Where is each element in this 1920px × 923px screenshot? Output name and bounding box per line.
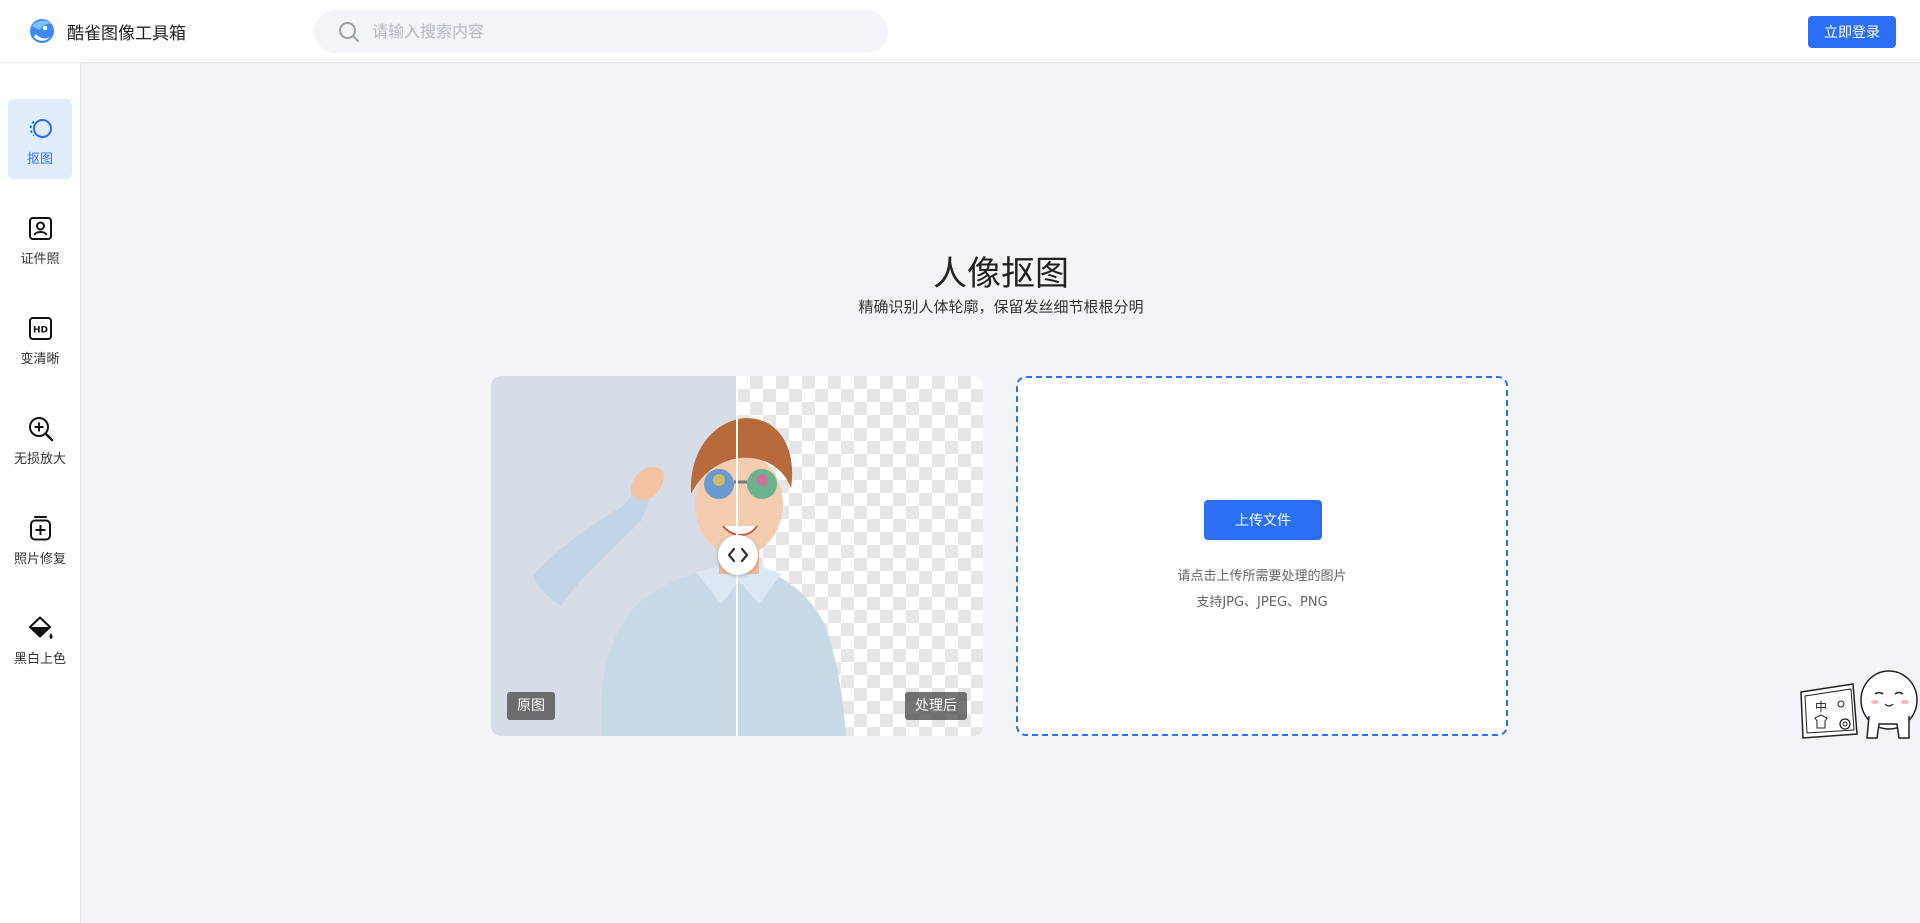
sidebar-item-label: 抠图 bbox=[26, 152, 53, 167]
mascot-helper-icon[interactable]: 中 bbox=[1797, 664, 1920, 742]
login-button[interactable]: 立即登录 bbox=[1808, 16, 1896, 48]
sidebar-item-upscale[interactable]: 无损放大 bbox=[8, 399, 72, 479]
hd-icon: HD bbox=[29, 317, 52, 340]
processed-label: 处理后 bbox=[905, 692, 967, 720]
page-subtitle: 精确识别人体轮廓，保留发丝细节根根分明 bbox=[858, 298, 1144, 316]
upload-dropzone[interactable]: 上传文件 请点击上传所需要处理的图片 支持JPG、JPEG、PNG bbox=[1016, 376, 1508, 736]
sidebar-item-label: 变清晰 bbox=[20, 352, 60, 367]
search-icon bbox=[339, 22, 359, 42]
sidebar-item-label: 无损放大 bbox=[13, 452, 66, 467]
svg-text:中: 中 bbox=[1815, 699, 1827, 714]
sidebar-item-colorize[interactable]: 黑白上色 bbox=[8, 599, 72, 679]
sidebar-item-label: 证件照 bbox=[20, 252, 60, 267]
compare-slider-handle[interactable] bbox=[718, 535, 758, 575]
sidebar-item-id-photo[interactable]: 证件照 bbox=[8, 199, 72, 279]
upload-formats: 支持JPG、JPEG、PNG bbox=[1196, 595, 1328, 610]
upload-button[interactable]: 上传文件 bbox=[1204, 500, 1322, 540]
sidebar-item-label: 黑白上色 bbox=[13, 652, 66, 667]
left-right-arrows-icon bbox=[727, 547, 749, 563]
app-title[interactable]: 酷雀图像工具箱 bbox=[67, 19, 186, 44]
cutout-icon bbox=[29, 119, 52, 138]
photo-repair-icon bbox=[30, 516, 51, 541]
id-photo-icon bbox=[29, 217, 52, 240]
before-after-demo: 原图 处理后 bbox=[491, 376, 983, 736]
colorize-icon bbox=[29, 616, 53, 639]
upload-hint: 请点击上传所需要处理的图片 bbox=[1177, 569, 1347, 584]
page-title: 人像抠图 bbox=[933, 254, 1069, 294]
sidebar-item-label: 照片修复 bbox=[13, 552, 66, 567]
original-label: 原图 bbox=[507, 692, 555, 720]
search-input[interactable] bbox=[372, 10, 862, 53]
bird-logo-icon[interactable] bbox=[26, 16, 56, 46]
top-header: 酷雀图像工具箱 立即登录 bbox=[0, 0, 1920, 63]
sidebar-item-cutout[interactable]: 抠图 bbox=[8, 99, 72, 179]
svg-text:HD: HD bbox=[33, 326, 48, 336]
sidebar-item-photo-repair[interactable]: 照片修复 bbox=[8, 499, 72, 579]
tool-sidebar: 抠图 证件照 HD 变清晰 无损放大 照片修复 黑白上色 bbox=[0, 63, 81, 923]
sidebar-item-enhance[interactable]: HD 变清晰 bbox=[8, 299, 72, 379]
search-bar[interactable] bbox=[314, 10, 888, 53]
zoom-in-icon bbox=[29, 417, 54, 442]
